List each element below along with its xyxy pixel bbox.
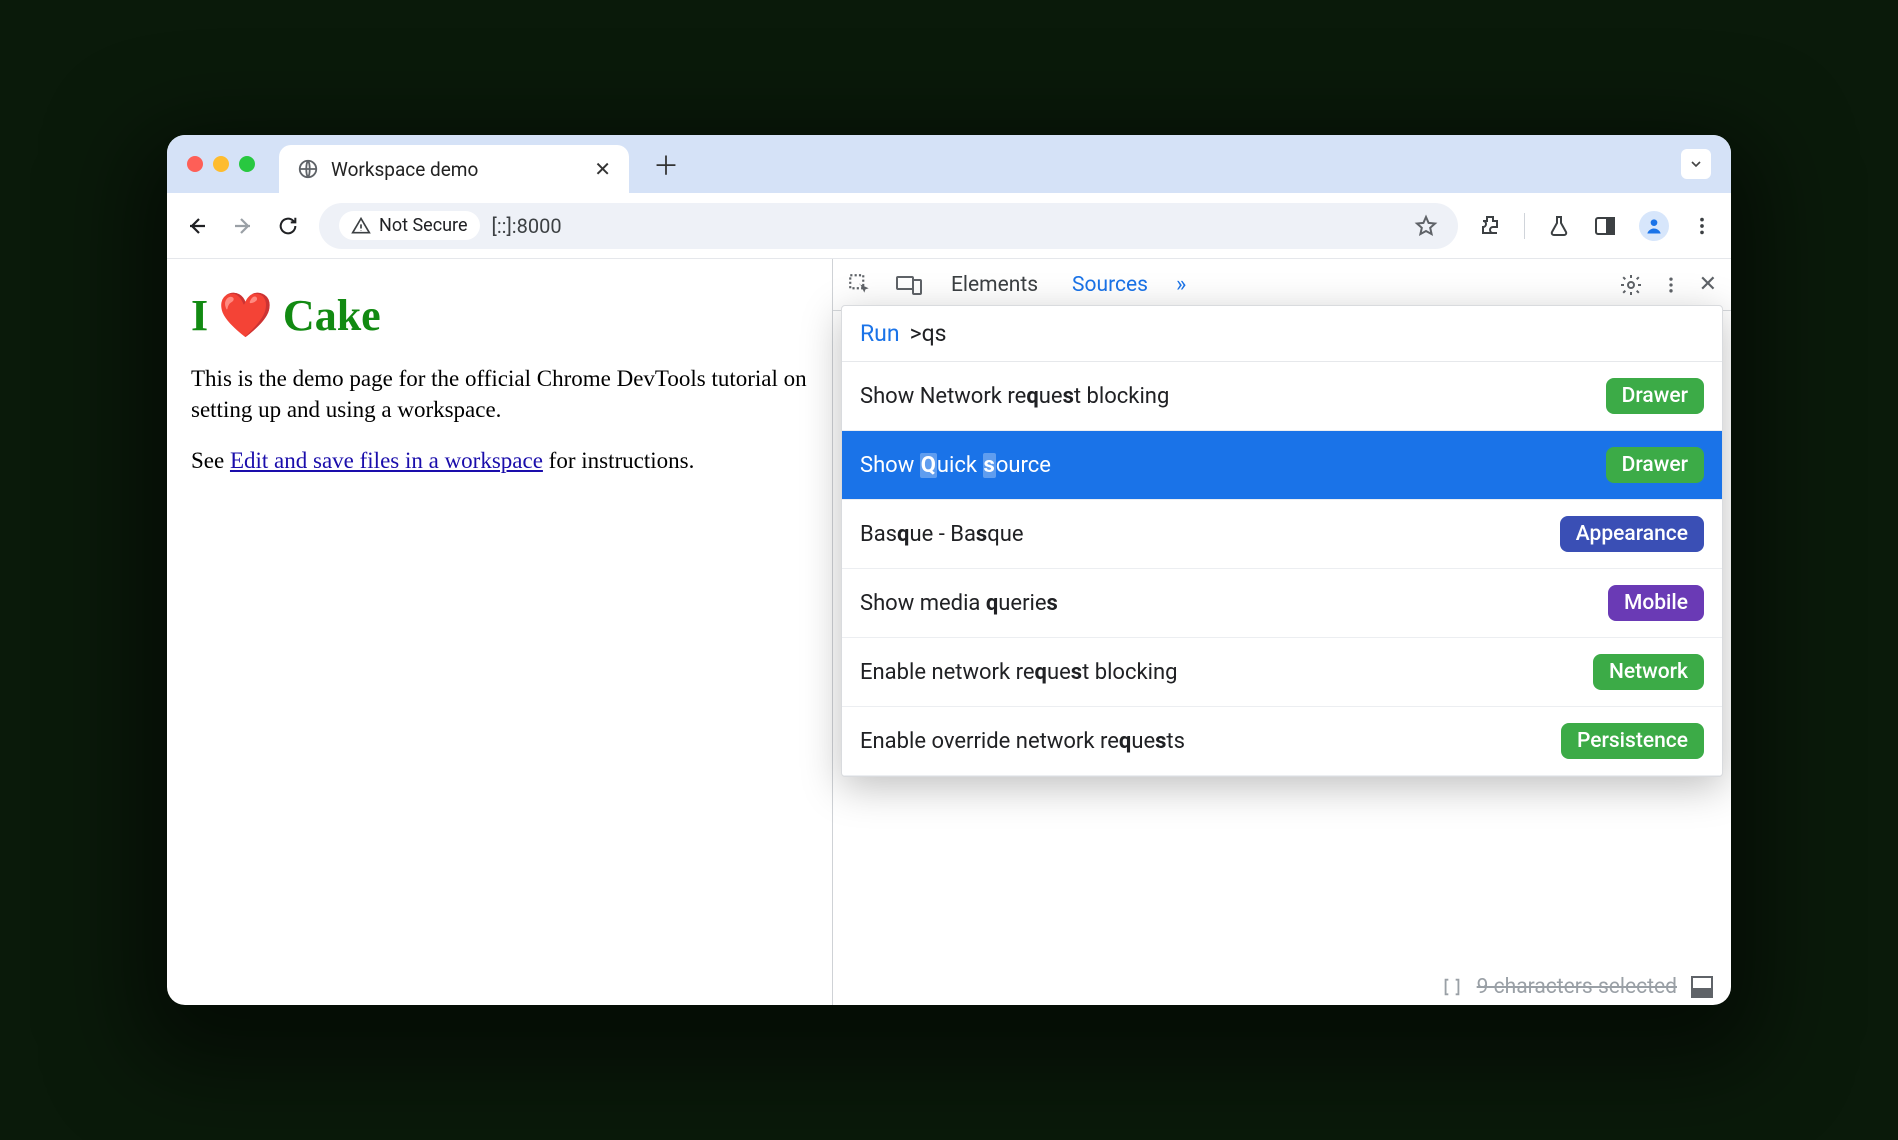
tab-sources[interactable]: Sources bbox=[1066, 273, 1154, 297]
page-content: I ❤️ Cake This is the demo page for the … bbox=[167, 259, 832, 1005]
tab-overflow-button[interactable] bbox=[1681, 149, 1711, 179]
status-footer: 9 characters selected bbox=[1441, 975, 1713, 999]
devtools-kebab-icon[interactable] bbox=[1661, 275, 1681, 295]
command-list: Show Network request blockingDrawerShow … bbox=[842, 362, 1722, 776]
command-item-badge: Network bbox=[1593, 654, 1704, 690]
panel-icon bbox=[1691, 976, 1713, 998]
close-tab-icon[interactable]: ✕ bbox=[594, 157, 611, 181]
url-text: [::]:8000 bbox=[492, 214, 562, 238]
close-devtools-icon[interactable]: ✕ bbox=[1699, 272, 1717, 297]
workspace-tutorial-link[interactable]: Edit and save files in a workspace bbox=[230, 448, 543, 473]
command-item-label: Basque - Basque bbox=[860, 522, 1546, 547]
bookmark-star-icon[interactable] bbox=[1414, 214, 1438, 238]
command-item[interactable]: Basque - Basque Appearance bbox=[842, 500, 1722, 569]
forward-icon[interactable] bbox=[231, 214, 255, 238]
titlebar: Workspace demo ✕ ＋ bbox=[167, 135, 1731, 193]
labs-flask-icon[interactable] bbox=[1547, 214, 1571, 238]
separator bbox=[1524, 213, 1525, 239]
window-controls bbox=[187, 156, 255, 172]
command-input-row[interactable]: Run >qs bbox=[842, 306, 1722, 362]
address-bar[interactable]: Not Secure [::]:8000 bbox=[319, 203, 1458, 249]
device-toggle-icon[interactable] bbox=[895, 272, 923, 298]
heading-prefix: I bbox=[191, 290, 208, 341]
command-item-badge: Drawer bbox=[1606, 447, 1704, 483]
person-icon bbox=[1644, 216, 1664, 236]
command-item-label: Enable override network requests bbox=[860, 729, 1547, 754]
security-chip[interactable]: Not Secure bbox=[339, 211, 480, 240]
nav-buttons bbox=[185, 214, 299, 238]
command-item-label: Show media queries bbox=[860, 591, 1594, 616]
command-item[interactable]: Enable override network requests Persiste… bbox=[842, 707, 1722, 776]
command-item-badge: Drawer bbox=[1606, 378, 1704, 414]
browser-tab[interactable]: Workspace demo ✕ bbox=[279, 145, 629, 193]
heart-icon: ❤️ bbox=[218, 289, 273, 341]
main-area: I ❤️ Cake This is the demo page for the … bbox=[167, 259, 1731, 1005]
gear-icon[interactable] bbox=[1619, 273, 1643, 297]
command-query: >qs bbox=[910, 320, 947, 347]
browser-window: Workspace demo ✕ ＋ Not Secure [::]:8000 bbox=[167, 135, 1731, 1005]
intro-paragraph: This is the demo page for the official C… bbox=[191, 363, 808, 425]
devtools-tabbar: Elements Sources » ✕ bbox=[833, 259, 1731, 311]
kebab-menu-icon[interactable] bbox=[1691, 215, 1713, 237]
minimize-window-button[interactable] bbox=[213, 156, 229, 172]
command-item-label: Show Quick source bbox=[860, 453, 1592, 478]
link-paragraph: See Edit and save files in a workspace f… bbox=[191, 445, 808, 476]
selection-status: 9 characters selected bbox=[1477, 975, 1677, 999]
close-window-button[interactable] bbox=[187, 156, 203, 172]
command-item-label: Enable network request blocking bbox=[860, 660, 1579, 685]
warning-icon bbox=[351, 216, 371, 236]
heading-suffix: Cake bbox=[283, 290, 381, 341]
text-after-link: for instructions. bbox=[543, 448, 694, 473]
more-tabs-icon[interactable]: » bbox=[1176, 272, 1186, 297]
back-icon[interactable] bbox=[185, 214, 209, 238]
profile-avatar[interactable] bbox=[1639, 211, 1669, 241]
command-item[interactable]: Show Network request blocking Drawer bbox=[842, 362, 1722, 431]
new-tab-button[interactable]: ＋ bbox=[653, 146, 679, 183]
reload-icon[interactable] bbox=[277, 215, 299, 237]
tab-title: Workspace demo bbox=[331, 158, 478, 181]
page-title: I ❤️ Cake bbox=[191, 289, 808, 341]
fullscreen-window-button[interactable] bbox=[239, 156, 255, 172]
browser-toolbar: Not Secure [::]:8000 bbox=[167, 193, 1731, 259]
tab-elements[interactable]: Elements bbox=[945, 273, 1044, 297]
devtools-panel: Elements Sources » ✕ Run >qs Show Networ… bbox=[832, 259, 1731, 1005]
inspect-element-icon[interactable] bbox=[847, 272, 873, 298]
command-item-label: Show Network request blocking bbox=[860, 384, 1592, 409]
command-menu: Run >qs Show Network request blocking Dra… bbox=[841, 305, 1723, 777]
command-item[interactable]: Enable network request blocking Network bbox=[842, 638, 1722, 707]
globe-icon bbox=[297, 158, 319, 180]
text-before-link: See bbox=[191, 448, 230, 473]
extensions-icon[interactable] bbox=[1478, 214, 1502, 238]
command-item-badge: Appearance bbox=[1560, 516, 1704, 552]
run-label: Run bbox=[860, 320, 900, 347]
brackets-icon bbox=[1441, 976, 1463, 998]
command-item[interactable]: Show media queries Mobile bbox=[842, 569, 1722, 638]
command-item[interactable]: Show Quick source Drawer bbox=[842, 431, 1722, 500]
command-item-badge: Persistence bbox=[1561, 723, 1704, 759]
toolbar-actions bbox=[1478, 211, 1713, 241]
security-label: Not Secure bbox=[379, 215, 468, 236]
command-item-badge: Mobile bbox=[1608, 585, 1704, 621]
side-panel-icon[interactable] bbox=[1593, 214, 1617, 238]
